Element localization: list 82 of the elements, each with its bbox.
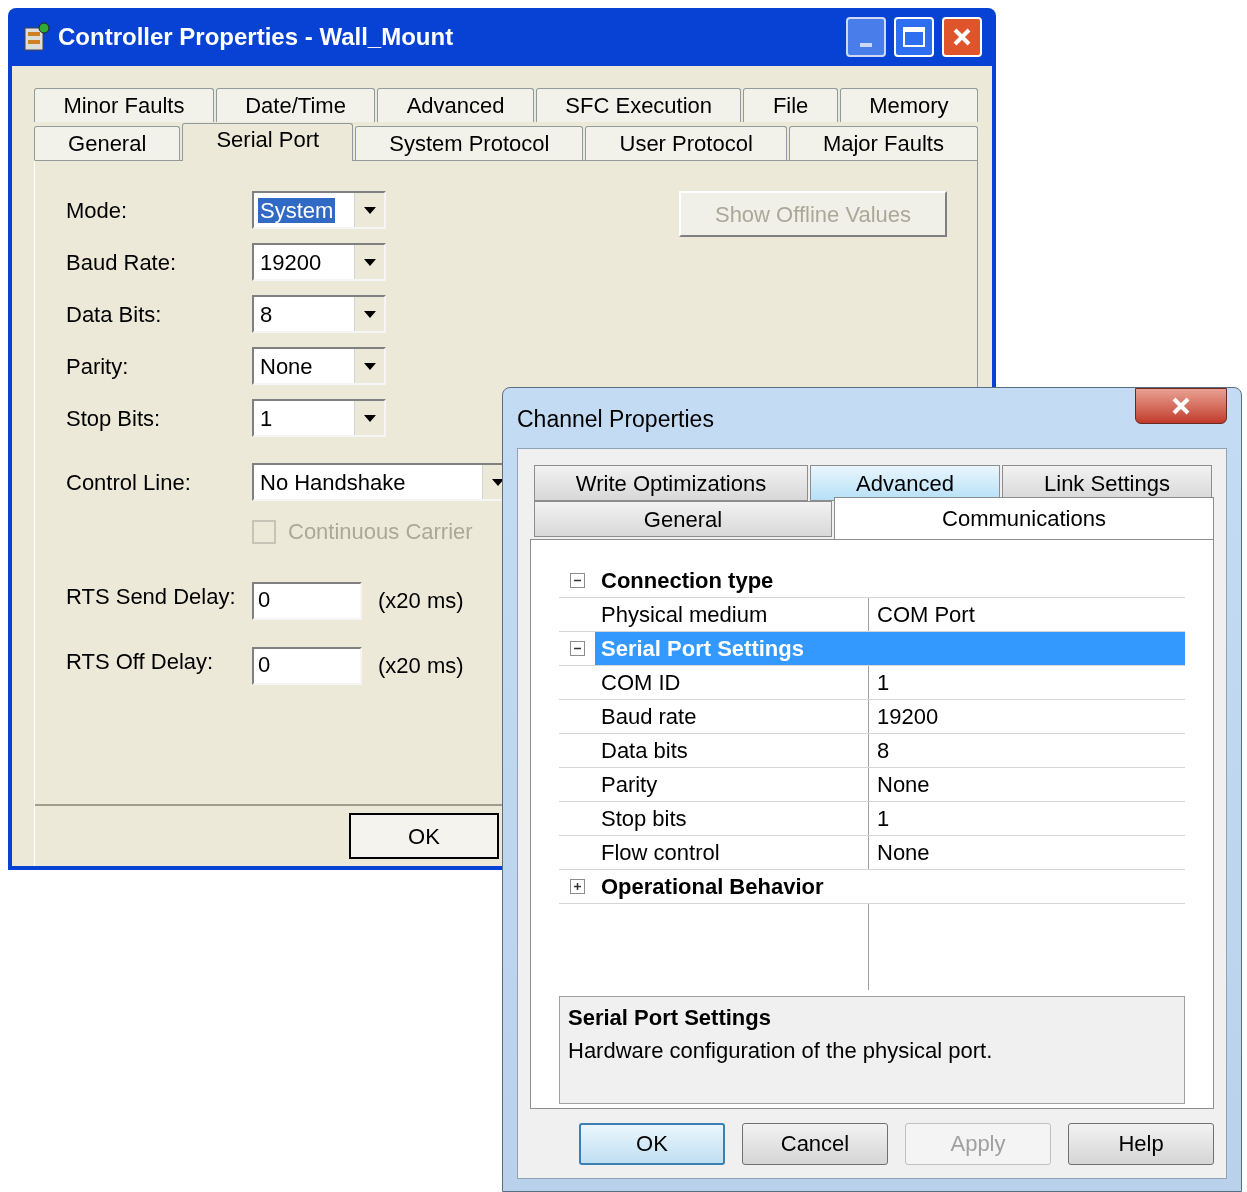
tab[interactable]: Advanced [377,88,534,122]
property-value: 1 [876,805,890,833]
property-name: Stop bits [559,802,869,835]
tab[interactable]: General [534,501,832,537]
dropdown-arrow-button[interactable] [354,349,384,383]
property-value: 19200 [876,703,939,731]
property-value: 1 [876,669,890,697]
ok-button[interactable]: OK [349,813,499,859]
property-value: COM Port [876,601,975,629]
window-title: Controller Properties - Wall_Mount [58,22,455,52]
minimize-button[interactable] [846,17,886,57]
tab[interactable]: Advanced [810,465,1000,501]
collapse-icon[interactable] [569,641,585,656]
tab[interactable]: User Protocol [585,126,787,160]
caret-icon [363,206,376,214]
dialog-button[interactable]: Help [1068,1122,1214,1165]
unit-label: (x20 ms) [378,587,464,615]
dropdown-arrow-button[interactable] [354,193,384,227]
dropdown-arrow-button[interactable] [354,245,384,279]
collapse-icon[interactable] [569,573,585,588]
caret-icon [363,362,376,370]
field-label: Baud Rate: [66,248,178,277]
input-field[interactable]: 0 [252,581,362,620]
close-icon [952,27,972,47]
category-row[interactable]: Connection type [559,564,1185,598]
dropdown-value: 1 [259,405,274,431]
tab[interactable]: File [743,88,838,122]
tab[interactable]: Serial Port [182,123,354,161]
maximize-button[interactable] [894,17,934,57]
property-value: None [876,771,930,799]
property-name: Parity [559,768,869,801]
expand-icon[interactable] [569,879,585,894]
tab[interactable]: Minor Faults [34,88,214,122]
close-button[interactable] [1135,388,1227,424]
property-name: COM ID [559,666,869,699]
field-label: Mode: [66,196,129,225]
tab[interactable]: Memory [839,88,978,122]
tab[interactable]: Write Optimizations [534,465,808,501]
dropdown[interactable]: 8 [252,295,386,333]
dropdown-value: No Handshake [259,469,407,495]
field-label: Parity: [66,352,130,381]
field-label: RTS Off Delay: [66,648,215,676]
dropdown-arrow-button[interactable] [354,401,384,435]
tab[interactable]: System Protocol [355,126,584,160]
input-field[interactable]: 0 [252,646,362,685]
field-label: Stop Bits: [66,404,162,433]
dropdown-value: None [259,353,314,379]
window-title: Channel Properties [517,405,714,434]
unit-label: (x20 ms) [378,652,464,680]
category-row[interactable]: Operational Behavior [559,870,1185,904]
dropdown[interactable]: System [252,191,386,229]
tab[interactable]: SFC Execution [535,88,742,122]
caret-icon [363,414,376,422]
tab[interactable]: Communications [834,497,1214,539]
caret-icon [491,478,504,486]
dropdown[interactable]: 19200 [252,243,386,281]
dropdown[interactable]: 1 [252,399,386,437]
app-icon [22,22,50,52]
dialog-button[interactable]: Cancel [742,1122,888,1165]
property-name: Data bits [559,734,869,767]
property-name: Baud rate [559,700,869,733]
field-label: RTS Send Delay: [66,583,237,611]
dialog-button[interactable]: OK [579,1122,725,1165]
tab[interactable]: Date/Time [215,88,376,122]
caret-icon [363,310,376,318]
dropdown-arrow-button[interactable] [354,297,384,331]
tab[interactable]: Major Faults [788,126,978,160]
description-title: Serial Port Settings [568,1004,772,1032]
caret-icon [363,258,376,266]
dropdown[interactable]: None [252,347,386,385]
field-label: Data Bits: [66,300,163,329]
description-text: Hardware configuration of the physical port. [568,1037,994,1065]
dropdown-value: 19200 [259,249,323,275]
field-label: Control Line: [66,468,192,497]
close-icon [1171,397,1191,415]
property-name: Flow control [559,836,869,869]
dropdown-value: System [258,197,336,223]
tab[interactable]: General [34,126,181,160]
dropdown-value: 8 [259,301,274,327]
property-name: Physical medium [559,598,869,631]
property-value: 8 [876,737,890,765]
property-value: None [876,839,930,867]
